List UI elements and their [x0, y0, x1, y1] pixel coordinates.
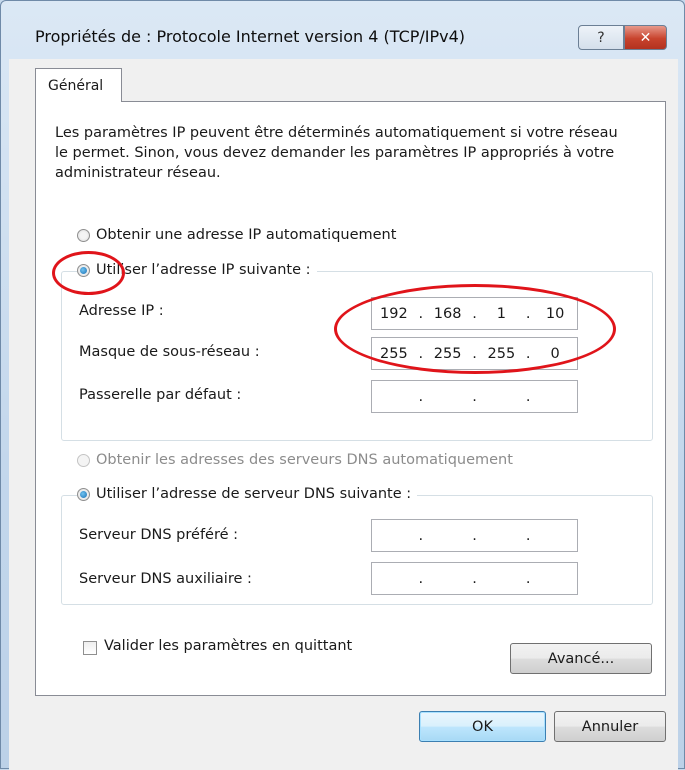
window-title: Propriétés de : Protocole Internet versi… — [35, 27, 466, 46]
description-text: Les paramètres IP peuvent être déterminé… — [55, 125, 618, 181]
dot: . — [472, 305, 477, 322]
radio-ip-manual[interactable]: Utiliser l’adresse IP suivante : — [77, 262, 317, 278]
dot: . — [418, 388, 424, 405]
dot: . — [418, 570, 424, 587]
octet: 10 — [545, 305, 565, 322]
subnet-mask-label: Masque de sous-réseau : — [79, 344, 260, 360]
cancel-button[interactable]: Annuler — [554, 711, 666, 742]
dot: . — [418, 345, 424, 362]
radio-ip-manual-label: Utiliser l’adresse IP suivante : — [96, 262, 311, 278]
octet: 255 — [487, 345, 516, 362]
validate-checkbox-label[interactable]: Valider les paramètres en quittant — [104, 638, 352, 654]
close-icon: ✕ — [639, 29, 652, 46]
dot: . — [525, 570, 531, 587]
dialog-window: Propriétés de : Protocole Internet versi… — [0, 0, 685, 770]
dot: . — [525, 345, 531, 362]
preferred-dns-label: Serveur DNS préféré : — [79, 527, 239, 543]
radio-ip-manual-indicator — [77, 263, 90, 277]
help-icon: ? — [597, 29, 605, 46]
ip-address-field[interactable]: 192. 168. 1. 10 — [371, 297, 578, 330]
subnet-mask-field[interactable]: 255. 255. 255. 0 — [371, 337, 578, 370]
dot: . — [418, 527, 424, 544]
octet: 255 — [380, 345, 408, 362]
octet: 168 — [433, 305, 462, 322]
ip-address-label: Adresse IP : — [79, 303, 164, 319]
preferred-dns-field[interactable]: . . . — [371, 519, 578, 552]
octet: 255 — [433, 345, 462, 362]
default-gateway-label: Passerelle par défaut : — [79, 387, 242, 403]
alternate-dns-field[interactable]: . . . — [371, 562, 578, 595]
dot: . — [472, 345, 477, 362]
dot: . — [472, 527, 477, 544]
validate-checkbox[interactable] — [83, 641, 97, 655]
radio-ip-auto[interactable]: Obtenir une adresse IP automatiquement — [77, 227, 403, 243]
tab-general[interactable]: Général — [35, 68, 122, 102]
radio-dns-manual[interactable]: Utiliser l’adresse de serveur DNS suivan… — [77, 486, 418, 502]
dot: . — [472, 570, 477, 587]
octet: 192 — [380, 305, 408, 322]
dot: . — [525, 388, 531, 405]
dot: . — [418, 305, 424, 322]
radio-dns-auto-indicator — [77, 453, 90, 467]
octet: 1 — [496, 305, 506, 322]
ok-button[interactable]: OK — [419, 711, 546, 742]
default-gateway-field[interactable]: . . . — [371, 380, 578, 413]
close-button[interactable]: ✕ — [624, 25, 667, 50]
alternate-dns-label: Serveur DNS auxiliaire : — [79, 571, 252, 587]
advanced-button[interactable]: Avancé... — [510, 643, 652, 674]
radio-dns-manual-indicator — [77, 487, 90, 501]
dot: . — [525, 527, 531, 544]
radio-ip-auto-indicator — [77, 228, 90, 242]
dot: . — [525, 305, 531, 322]
radio-ip-auto-label: Obtenir une adresse IP automatiquement — [96, 227, 397, 243]
help-button[interactable]: ? — [578, 25, 624, 50]
radio-dns-manual-label: Utiliser l’adresse de serveur DNS suivan… — [96, 486, 412, 502]
radio-dns-auto-label: Obtenir les adresses des serveurs DNS au… — [96, 452, 513, 468]
octet: 0 — [550, 345, 560, 362]
dot: . — [472, 388, 477, 405]
radio-dns-auto: Obtenir les adresses des serveurs DNS au… — [77, 452, 519, 468]
